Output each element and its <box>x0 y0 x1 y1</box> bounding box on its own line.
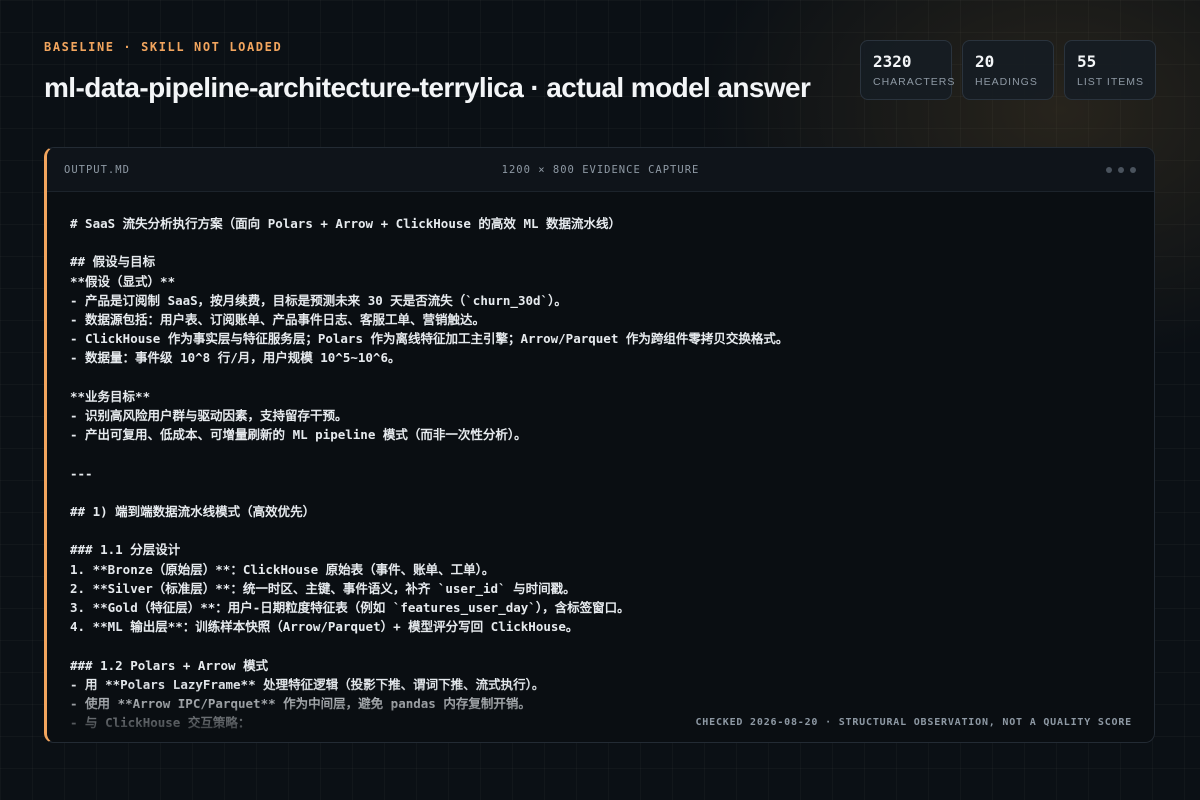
output-line: - ClickHouse 作为事实层与特征服务层；Polars 作为离线特征加工… <box>70 331 789 347</box>
output-line: - 产出可复用、低成本、可增量刷新的 ML pipeline 模式（而非一次性分… <box>70 427 527 443</box>
output-line: ## 假设与目标 <box>70 254 156 270</box>
panel-header: OUTPUT.MD 1200 × 800 EVIDENCE CAPTURE <box>47 148 1154 192</box>
output-line: --- <box>70 465 93 481</box>
output-line: - 数据源包括：用户表、订阅账单、产品事件日志、客服工单、营销触达。 <box>70 312 486 328</box>
output-line: # SaaS 流失分析执行方案（面向 Polars + Arrow + Clic… <box>70 216 622 231</box>
stat-characters: 2320 CHARACTERS <box>860 40 956 100</box>
output-line: 1. **Bronze（原始层）**：ClickHouse 原始表（事件、账单、… <box>70 561 495 577</box>
output-line: ## 1) 端到端数据流水线模式（高效优先） <box>70 504 316 520</box>
output-content: # SaaS 流失分析执行方案（面向 Polars + Arrow + Clic… <box>70 214 1134 732</box>
output-panel: OUTPUT.MD 1200 × 800 EVIDENCE CAPTURE # … <box>44 147 1155 743</box>
output-line: - 数据量：事件级 10^8 行/月，用户规模 10^5~10^6。 <box>70 350 401 366</box>
dot-icon <box>1106 167 1112 173</box>
output-line: **假设（显式）** <box>70 273 176 289</box>
content-fade <box>47 682 1154 742</box>
stat-label: CHARACTERS <box>873 76 956 88</box>
stat-value: 2320 <box>873 52 912 71</box>
output-line: 3. **Gold（特征层）**：用户-日期粒度特征表（例如 `features… <box>70 600 630 616</box>
capture-label: 1200 × 800 EVIDENCE CAPTURE <box>501 164 700 176</box>
dot-icon <box>1130 167 1136 173</box>
output-line: **业务目标** <box>70 388 151 404</box>
stats-group: 2320 CHARACTERS 20 HEADINGS 55 LIST ITEM… <box>860 40 1156 100</box>
footer-note: CHECKED 2026-08-20 · STRUCTURAL OBSERVAT… <box>695 717 1132 728</box>
stat-label: HEADINGS <box>975 76 1038 88</box>
dot-icon <box>1118 167 1124 173</box>
output-line: - 产品是订阅制 SaaS，按月续费，目标是预测未来 30 天是否流失（`chu… <box>70 292 567 308</box>
output-line: 2. **Silver（标准层）**：统一时区、主键、事件语义，补齐 `user… <box>70 580 576 596</box>
page-title: ml-data-pipeline-architecture-terrylica … <box>44 72 811 103</box>
window-dots <box>1106 167 1136 173</box>
stat-headings: 20 HEADINGS <box>962 40 1054 100</box>
stat-value: 55 <box>1077 52 1097 71</box>
stat-label: LIST ITEMS <box>1077 76 1144 88</box>
output-line: ### 1.2 Polars + Arrow 模式 <box>70 657 269 673</box>
output-line: 4. **ML 输出层**：训练样本快照（Arrow/Parquet）+ 模型评… <box>70 619 579 635</box>
eyebrow-label: BASELINE · SKILL NOT LOADED <box>44 40 283 54</box>
output-line: - 识别高风险用户群与驱动因素，支持留存干预。 <box>70 408 348 424</box>
stat-list-items: 55 LIST ITEMS <box>1064 40 1156 100</box>
stat-value: 20 <box>975 52 995 71</box>
output-line: ### 1.1 分层设计 <box>70 542 181 558</box>
